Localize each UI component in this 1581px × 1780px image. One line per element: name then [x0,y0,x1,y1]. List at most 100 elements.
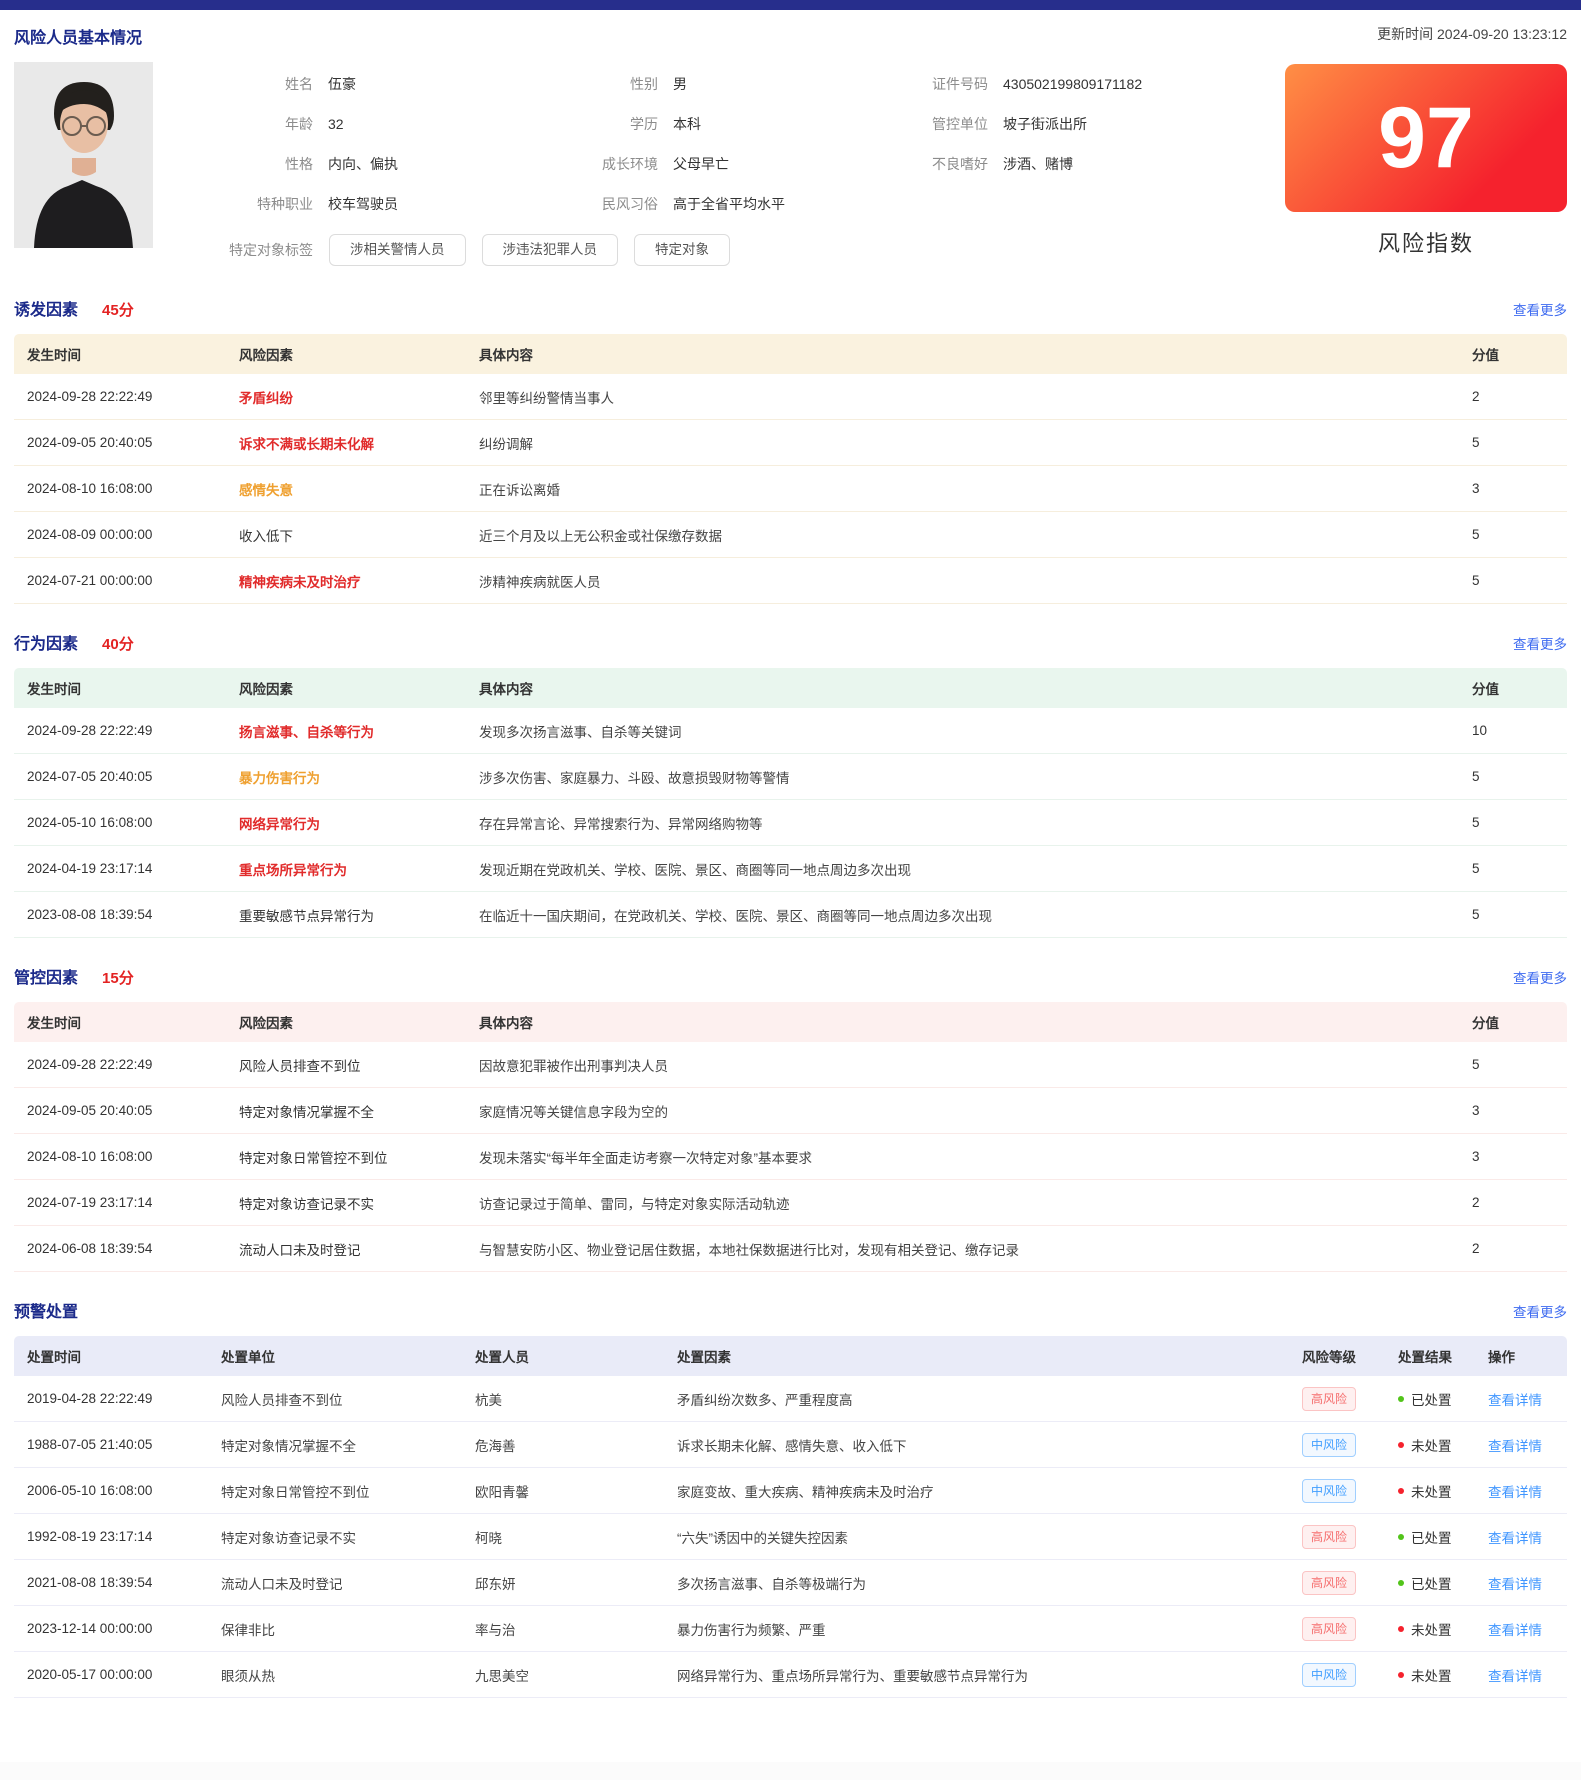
cell-content: 访查记录过于简单、雷同，与特定对象实际活动轨迹 [466,1193,1459,1213]
cell-content: 存在异常言论、异常搜索行为、异常网络购物等 [466,813,1459,833]
status-text: 已处置 [1411,1389,1452,1409]
cell-disposal-time: 2023-12-14 00:00:00 [14,1621,208,1636]
cell-disposal-unit: 流动人口未及时登记 [208,1573,462,1593]
table-row: 2024-05-10 16:08:00 网络异常行为 存在异常言论、异常搜索行为… [14,800,1567,846]
table-row: 2024-08-10 16:08:00 特定对象日常管控不到位 发现未落实“每半… [14,1134,1567,1180]
cell-disposal-factor: 矛盾纠纷次数多、严重程度高 [664,1389,1289,1409]
col-factor: 风险因素 [226,344,466,364]
special-target-tags-row: 特定对象标签 涉相关警情人员 涉违法犯罪人员 特定对象 [163,230,1267,270]
cell-risk-level: 中风险 [1289,1663,1385,1687]
view-more-link[interactable]: 查看更多 [1513,1301,1567,1321]
cell-disposal-factor: 暴力伤害行为频繁、严重 [664,1619,1289,1639]
col-factor: 风险因素 [226,1012,466,1032]
section-alert-disposal: 预警处置 查看更多 处置时间 处置单位 处置人员 处置因素 风险等级 处置结果 … [14,1298,1567,1698]
cell-time: 2024-07-21 00:00:00 [14,573,226,588]
cell-disposal-time: 2020-05-17 00:00:00 [14,1667,208,1682]
table-row: 2024-06-08 18:39:54 流动人口未及时登记 与智慧安防小区、物业… [14,1226,1567,1272]
tag-illegal-crime-person[interactable]: 涉违法犯罪人员 [482,234,619,266]
cell-time: 2024-09-28 22:22:49 [14,389,226,404]
cell-disposal-factor: 多次扬言滋事、自杀等极端行为 [664,1573,1289,1593]
cell-risk-factor: 特定对象情况掌握不全 [226,1101,466,1121]
cell-score: 5 [1459,527,1567,542]
risk-level-badge: 高风险 [1302,1617,1356,1641]
col-disposal-time: 处置时间 [14,1346,208,1366]
cell-time: 2024-05-10 16:08:00 [14,815,226,830]
cell-risk-level: 中风险 [1289,1479,1385,1503]
field-value-education: 本科 [673,114,701,134]
risk-level-badge: 高风险 [1302,1387,1356,1411]
table-row: 2024-04-19 23:17:14 重点场所异常行为 发现近期在党政机关、学… [14,846,1567,892]
view-more-link[interactable]: 查看更多 [1513,299,1567,319]
section-score: 45分 [102,299,134,320]
cell-time: 2024-04-19 23:17:14 [14,861,226,876]
cell-score: 5 [1459,907,1567,922]
section-title: 行为因素 [14,630,78,654]
view-detail-link[interactable]: 查看详情 [1488,1439,1542,1454]
cell-risk-factor: 扬言滋事、自杀等行为 [226,721,466,741]
cell-risk-factor: 矛盾纠纷 [226,387,466,407]
status-dot [1398,1626,1404,1632]
status-text: 未处置 [1411,1619,1452,1639]
table-row: 2024-08-09 00:00:00 收入低下 近三个月及以上无公积金或社保缴… [14,512,1567,558]
cell-score: 5 [1459,573,1567,588]
risk-level-badge: 中风险 [1302,1433,1356,1457]
tag-special-target[interactable]: 特定对象 [634,234,730,266]
cell-disposal-factor: “六失”诱因中的关键失控因素 [664,1527,1289,1547]
cell-score: 2 [1459,389,1567,404]
cell-time: 2024-08-10 16:08:00 [14,481,226,496]
cell-score: 10 [1459,723,1567,738]
cell-risk-factor: 风险人员排查不到位 [226,1055,466,1075]
field-label: 成长环境 [508,154,658,174]
cell-content: 与智慧安防小区、物业登记居住数据，本地社保数据进行比对，发现有相关登记、缴存记录 [466,1239,1459,1259]
col-content: 具体内容 [466,1012,1459,1032]
col-disposal-unit: 处置单位 [208,1346,462,1366]
section-behavior-factors: 行为因素 40分 查看更多 发生时间 风险因素 具体内容 分值 2024-09-… [14,630,1567,938]
cell-disposal-unit: 风险人员排查不到位 [208,1389,462,1409]
cell-score: 5 [1459,815,1567,830]
view-detail-link[interactable]: 查看详情 [1488,1531,1542,1546]
view-detail-link[interactable]: 查看详情 [1488,1393,1542,1408]
cell-disposal-person: 欧阳青馨 [462,1481,664,1501]
view-more-link[interactable]: 查看更多 [1513,967,1567,987]
tags-label: 特定对象标签 [163,240,313,260]
cell-content: 发现多次扬言滋事、自杀等关键词 [466,721,1459,741]
field-value-id-number: 430502199809171182 [1003,76,1142,92]
col-disposal-result: 处置结果 [1385,1346,1475,1366]
cell-risk-factor: 重点场所异常行为 [226,859,466,879]
col-score: 分值 [1459,1012,1567,1032]
risk-level-badge: 中风险 [1302,1479,1356,1503]
view-detail-link[interactable]: 查看详情 [1488,1485,1542,1500]
cell-time: 2024-09-28 22:22:49 [14,1057,226,1072]
status-dot [1398,1396,1404,1402]
view-detail-link[interactable]: 查看详情 [1488,1669,1542,1684]
view-detail-link[interactable]: 查看详情 [1488,1577,1542,1592]
view-detail-link[interactable]: 查看详情 [1488,1623,1542,1638]
field-label: 性别 [508,74,658,94]
tag-related-alarm-person[interactable]: 涉相关警情人员 [329,234,466,266]
cell-disposal-factor: 网络异常行为、重点场所异常行为、重要敏感节点异常行为 [664,1665,1289,1685]
table-row: 2021-08-08 18:39:54 流动人口未及时登记 邱东妍 多次扬言滋事… [14,1560,1567,1606]
col-time: 发生时间 [14,344,226,364]
cell-disposal-time: 1992-08-19 23:17:14 [14,1529,208,1544]
risk-level-badge: 高风险 [1302,1525,1356,1549]
cell-time: 2024-09-28 22:22:49 [14,723,226,738]
table-row: 2024-09-05 20:40:05 诉求不满或长期未化解 纠纷调解 5 [14,420,1567,466]
field-label: 学历 [508,114,658,134]
table-row: 2024-07-21 00:00:00 精神疾病未及时治疗 涉精神疾病就医人员 … [14,558,1567,604]
status-dot [1398,1534,1404,1540]
risk-level-badge: 高风险 [1302,1571,1356,1595]
table-row: 2024-09-28 22:22:49 矛盾纠纷 邻里等纠纷警情当事人 2 [14,374,1567,420]
cell-score: 3 [1459,1103,1567,1118]
cell-score: 5 [1459,861,1567,876]
col-score: 分值 [1459,678,1567,698]
field-label: 年龄 [163,114,313,134]
cell-disposal-unit: 特定对象日常管控不到位 [208,1481,462,1501]
col-content: 具体内容 [466,344,1459,364]
cell-disposal-result: 未处置 [1385,1481,1475,1501]
view-more-link[interactable]: 查看更多 [1513,633,1567,653]
cell-time: 2024-09-05 20:40:05 [14,435,226,450]
status-text: 未处置 [1411,1665,1452,1685]
table-row: 2020-05-17 00:00:00 眼须从热 九思美空 网络异常行为、重点场… [14,1652,1567,1698]
table-header: 处置时间 处置单位 处置人员 处置因素 风险等级 处置结果 操作 [14,1336,1567,1376]
field-value-personality: 内向、偏执 [328,154,398,174]
